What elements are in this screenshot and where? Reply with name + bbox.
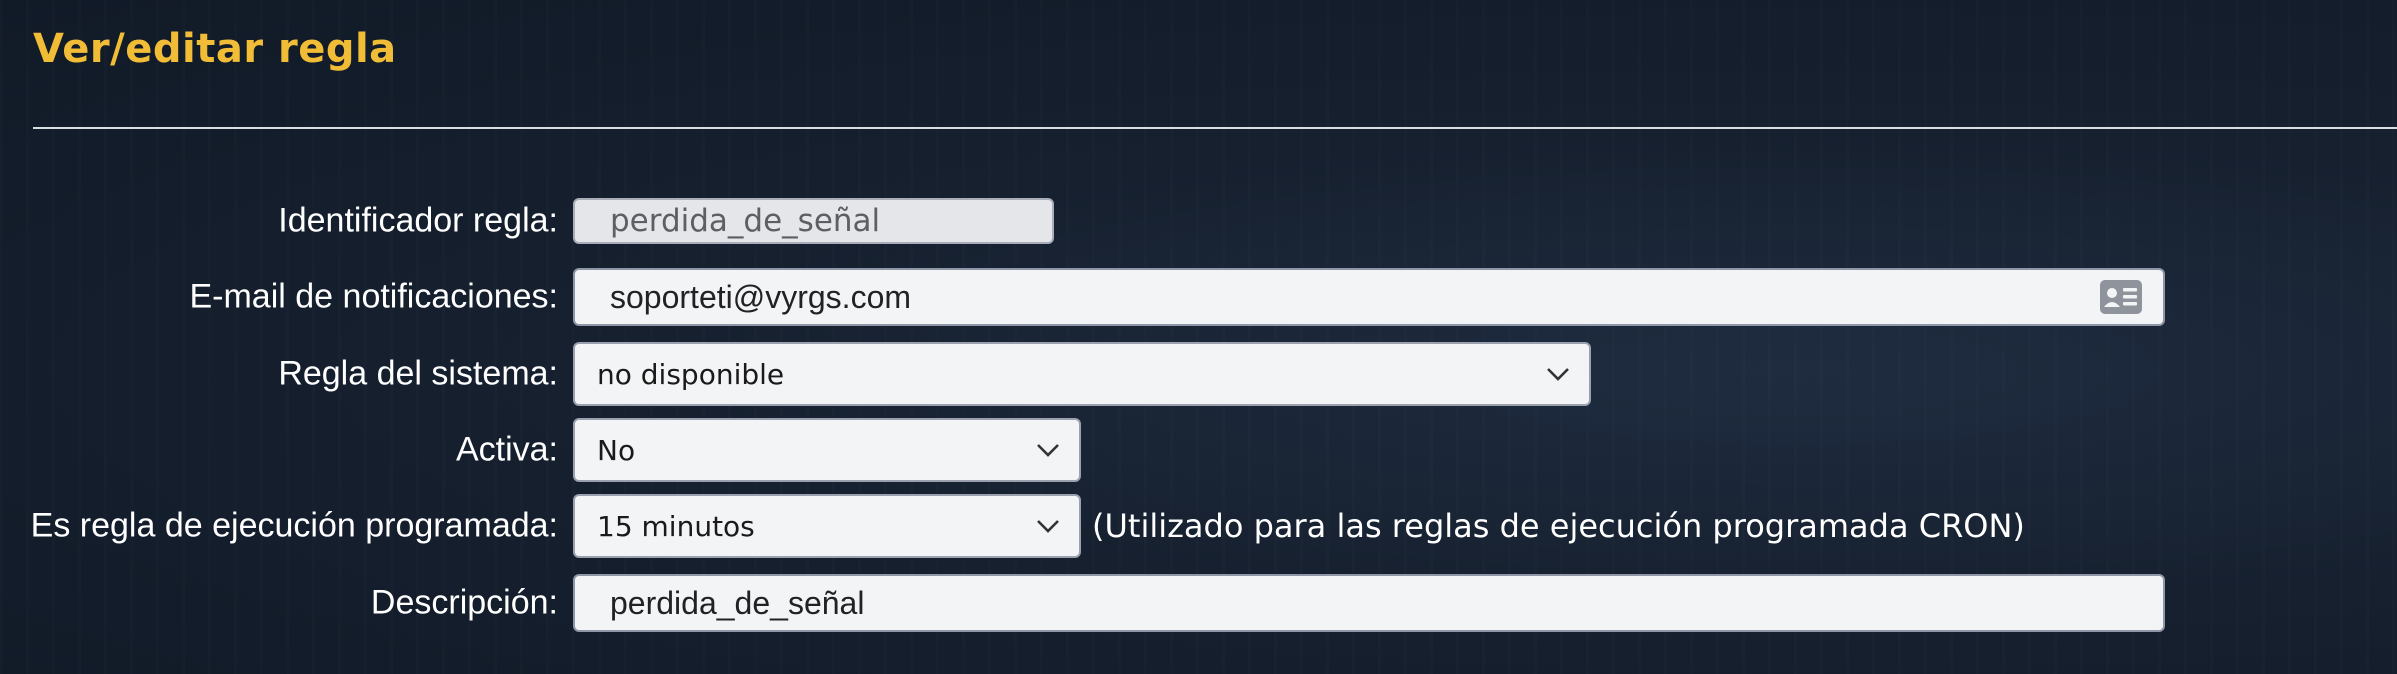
scheduled-selected: 15 minutos xyxy=(597,509,755,543)
title-divider xyxy=(33,127,2397,129)
scheduled-select[interactable]: 15 minutos xyxy=(573,494,1081,558)
scheduled-note: (Utilizado para las reglas de ejecución … xyxy=(1092,507,2025,545)
row-notification-email: E-mail de notificaciones: soporteti@vyrg… xyxy=(0,268,2397,326)
background-decoration xyxy=(0,0,2397,674)
description-value: perdida_de_señal xyxy=(610,584,865,621)
page-title: Ver/editar regla xyxy=(33,26,397,72)
system-rule-select[interactable]: no disponible xyxy=(573,342,1591,406)
chevron-down-icon xyxy=(1037,444,1059,457)
row-scheduled: Es regla de ejecución programada: 15 min… xyxy=(0,494,2397,558)
active-selected: No xyxy=(597,433,636,467)
system-rule-selected: no disponible xyxy=(597,357,785,391)
row-description: Descripción: perdida_de_señal xyxy=(0,574,2397,632)
notification-email-label: E-mail de notificaciones: xyxy=(189,277,558,316)
system-rule-label: Regla del sistema: xyxy=(278,354,558,393)
active-label: Activa: xyxy=(455,430,558,469)
rule-id-input[interactable]: perdida_de_señal xyxy=(573,198,1054,244)
row-active: Activa: No xyxy=(0,418,2397,482)
description-input[interactable]: perdida_de_señal xyxy=(573,574,2165,632)
scheduled-label: Es regla de ejecución programada: xyxy=(30,506,558,545)
notification-email-value: soporteti@vyrgs.com xyxy=(610,278,912,315)
contact-card-icon[interactable] xyxy=(2099,279,2143,315)
chevron-down-icon xyxy=(1037,520,1059,533)
chevron-down-icon xyxy=(1547,368,1569,381)
row-rule-id: Identificador regla: perdida_de_señal xyxy=(0,198,2397,244)
notification-email-input[interactable]: soporteti@vyrgs.com xyxy=(573,268,2165,326)
rule-id-value: perdida_de_señal xyxy=(610,203,881,239)
active-select[interactable]: No xyxy=(573,418,1081,482)
row-system-rule: Regla del sistema: no disponible xyxy=(0,342,2397,406)
description-label: Descripción: xyxy=(370,583,558,622)
rule-id-label: Identificador regla: xyxy=(278,201,558,240)
